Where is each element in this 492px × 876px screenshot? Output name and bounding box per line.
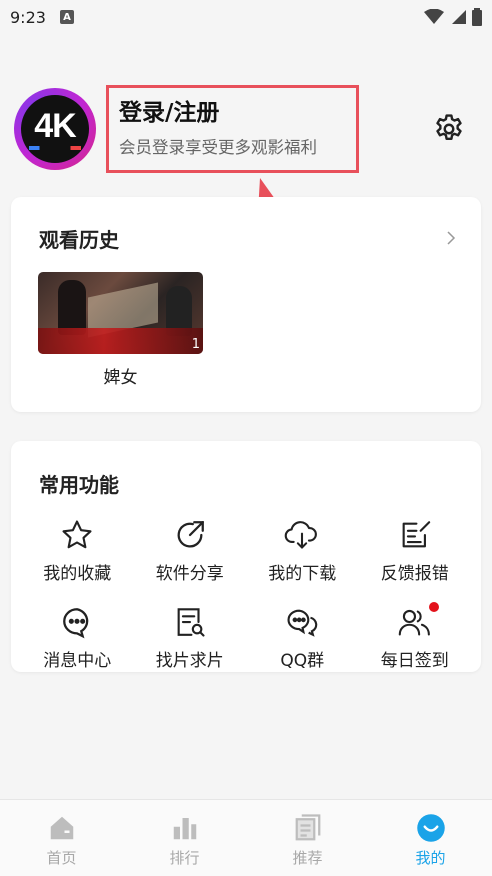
profile-icon xyxy=(416,814,445,842)
nav-recommend-label: 推荐 xyxy=(292,849,323,867)
func-label: 软件分享 xyxy=(155,564,224,584)
nav-ranking-label: 排行 xyxy=(169,849,200,867)
func-label: 我的收藏 xyxy=(43,564,112,584)
bottom-navigation: 首页 排行 推荐 我的 xyxy=(0,799,492,876)
common-functions-card: 常用功能 我的收藏 软件分享 我的下载 反馈报错 消息中心 找片求片 QQ群 每… xyxy=(11,441,481,672)
login-register-block[interactable]: 登录/注册 会员登录享受更多观影福利 xyxy=(106,85,359,173)
episode-number: 1 xyxy=(191,337,200,352)
nav-ranking[interactable]: 排行 xyxy=(123,800,246,876)
cloud-download-icon xyxy=(284,521,318,549)
search-doc-icon xyxy=(177,608,205,637)
recommend-icon xyxy=(295,814,320,841)
share-icon xyxy=(177,521,204,548)
func-label: 消息中心 xyxy=(43,651,112,671)
history-thumbnail[interactable]: 1 xyxy=(38,272,203,354)
notification-badge xyxy=(428,602,439,612)
notification-icon: A xyxy=(59,10,74,24)
status-bar: 9:23 A xyxy=(0,0,492,34)
avatar-text: 4K xyxy=(34,107,76,145)
func-label: 找片求片 xyxy=(155,651,224,671)
chart-icon xyxy=(173,818,196,840)
common-functions-title: 常用功能 xyxy=(39,473,119,497)
func-label: 反馈报错 xyxy=(380,564,449,584)
feedback-icon xyxy=(402,521,430,548)
wifi-icon xyxy=(424,9,444,24)
feedback-button[interactable]: 反馈报错 xyxy=(359,517,472,584)
avatar-logo: 4K xyxy=(21,95,89,163)
message-icon xyxy=(63,608,89,639)
func-label: QQ群 xyxy=(280,651,325,671)
status-icons xyxy=(424,8,482,26)
nav-home-label: 首页 xyxy=(46,849,77,867)
users-icon xyxy=(398,609,430,636)
chat-icon xyxy=(287,609,318,637)
home-icon xyxy=(50,816,73,840)
nav-mine[interactable]: 我的 xyxy=(369,800,492,876)
signal-icon xyxy=(452,10,466,24)
nav-recommend[interactable]: 推荐 xyxy=(246,800,369,876)
settings-button[interactable] xyxy=(430,110,468,148)
history-item-title[interactable]: 婢女 xyxy=(38,363,203,388)
gear-icon xyxy=(436,114,462,140)
login-title[interactable]: 登录/注册 xyxy=(119,96,346,130)
nav-home[interactable]: 首页 xyxy=(0,800,123,876)
qq-group-button[interactable]: QQ群 xyxy=(246,604,359,671)
chevron-right-icon[interactable] xyxy=(445,230,457,246)
daily-checkin-button[interactable]: 每日签到 xyxy=(359,602,472,671)
functions-grid: 我的收藏 软件分享 我的下载 反馈报错 消息中心 找片求片 QQ群 每日签到 xyxy=(21,517,471,671)
request-movie-button[interactable]: 找片求片 xyxy=(134,604,247,671)
func-label: 我的下载 xyxy=(268,564,337,584)
avatar-bar xyxy=(29,146,81,150)
downloads-button[interactable]: 我的下载 xyxy=(246,517,359,584)
watch-history-card: 观看历史 1 婢女 xyxy=(11,197,481,412)
status-time: 9:23 xyxy=(10,7,46,27)
avatar[interactable]: 4K xyxy=(14,88,96,170)
favorites-button[interactable]: 我的收藏 xyxy=(21,517,134,584)
battery-icon xyxy=(472,8,482,26)
messages-button[interactable]: 消息中心 xyxy=(21,604,134,671)
star-icon xyxy=(62,520,92,549)
share-app-button[interactable]: 软件分享 xyxy=(134,517,247,584)
watch-history-title: 观看历史 xyxy=(39,228,119,252)
func-label: 每日签到 xyxy=(380,651,449,671)
login-subtitle: 会员登录享受更多观影福利 xyxy=(119,138,317,157)
nav-mine-label: 我的 xyxy=(415,849,446,867)
